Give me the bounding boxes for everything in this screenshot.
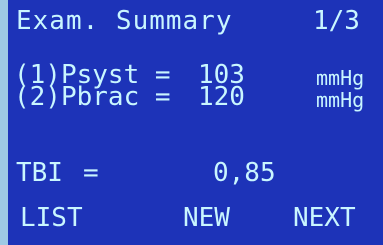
device-screen: Exam. Summary 1/3 (1)Psyst = 103 mmHg (2… [8, 0, 383, 245]
pbrac-unit: mmHg [316, 88, 365, 112]
pbrac-value: 120 [198, 82, 245, 112]
new-softkey[interactable]: NEW [183, 205, 230, 231]
tbi-value: 0,85 [213, 158, 276, 188]
screen-title: Exam. Summary [16, 6, 233, 36]
tbi-label: TBI [16, 158, 63, 188]
next-softkey[interactable]: NEXT [293, 205, 356, 231]
pbrac-label: (2)Pbrac = [14, 82, 171, 112]
tbi-equals: = [83, 158, 99, 188]
list-softkey[interactable]: LIST [20, 205, 83, 231]
psyst-unit: mmHg [316, 66, 365, 90]
page-indicator: 1/3 [313, 6, 360, 36]
